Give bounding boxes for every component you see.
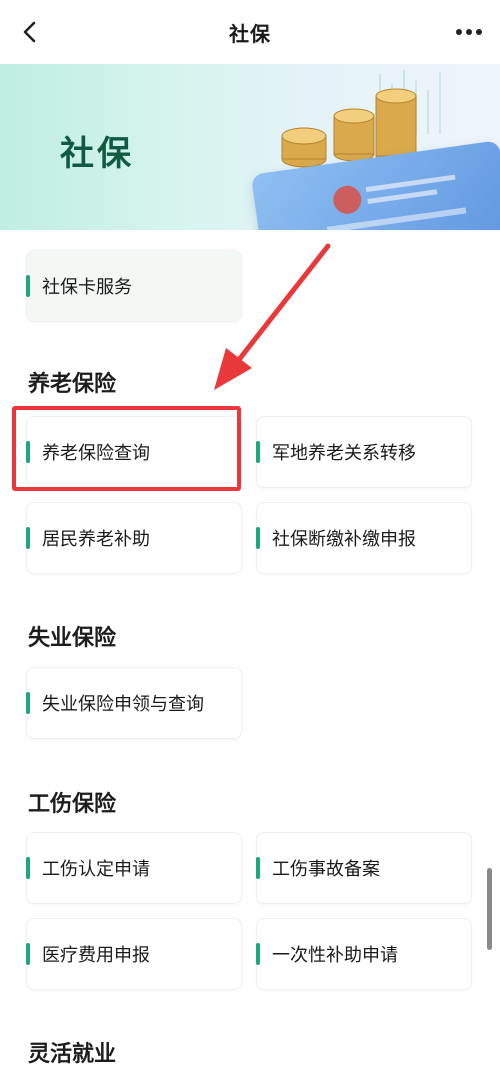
resident-pension-subsidy-tile[interactable]: 居民养老补助 [26,502,242,574]
top-bar: 社保 [0,0,500,64]
medical-expense-claim-tile[interactable]: 医疗费用申报 [26,918,242,990]
page-title: 社保 [229,21,271,46]
accent-bar [256,527,260,549]
section-title-flexible-employment: 灵活就业 [28,1042,117,1067]
tile-label: 军地养老关系转移 [272,443,416,464]
accent-bar [26,275,30,297]
highlight-box [12,406,241,491]
vertical-scrollbar[interactable] [487,868,492,950]
injury-accident-record-tile[interactable]: 工伤事故备案 [256,832,472,904]
section-title-unemployment: 失业保险 [28,626,117,651]
accent-bar [256,857,260,879]
tile-label: 社保断缴补缴申报 [272,529,416,550]
accent-bar [26,857,30,879]
annotation-arrow-icon [214,243,331,390]
accent-bar [26,692,30,714]
hero-banner: 社保 [0,64,500,230]
tile-label: 工伤认定申请 [42,859,150,880]
tile-label: 社保卡服务 [42,277,132,298]
accent-bar [26,527,30,549]
accent-bar [256,441,260,463]
section-title-work-injury: 工伤保险 [28,792,117,817]
missed-payment-declaration-tile[interactable]: 社保断缴补缴申报 [256,502,472,574]
tile-label: 医疗费用申报 [42,945,150,966]
one-time-subsidy-tile[interactable]: 一次性补助申请 [256,918,472,990]
tile-label: 工伤事故备案 [272,859,380,880]
section-title-pension: 养老保险 [28,372,117,397]
unemployment-claim-tile[interactable]: 失业保险申领与查询 [26,667,242,739]
tile-label: 一次性补助申请 [272,945,398,966]
tile-label: 失业保险申领与查询 [42,694,204,715]
banner-title: 社保 [60,134,134,174]
injury-recognition-tile[interactable]: 工伤认定申请 [26,832,242,904]
military-pension-transfer-tile[interactable]: 军地养老关系转移 [256,416,472,488]
tile-label: 居民养老补助 [42,529,150,550]
accent-bar [256,943,260,965]
more-options-icon[interactable] [452,16,486,48]
accent-bar [26,943,30,965]
back-arrow-icon[interactable] [14,16,44,48]
